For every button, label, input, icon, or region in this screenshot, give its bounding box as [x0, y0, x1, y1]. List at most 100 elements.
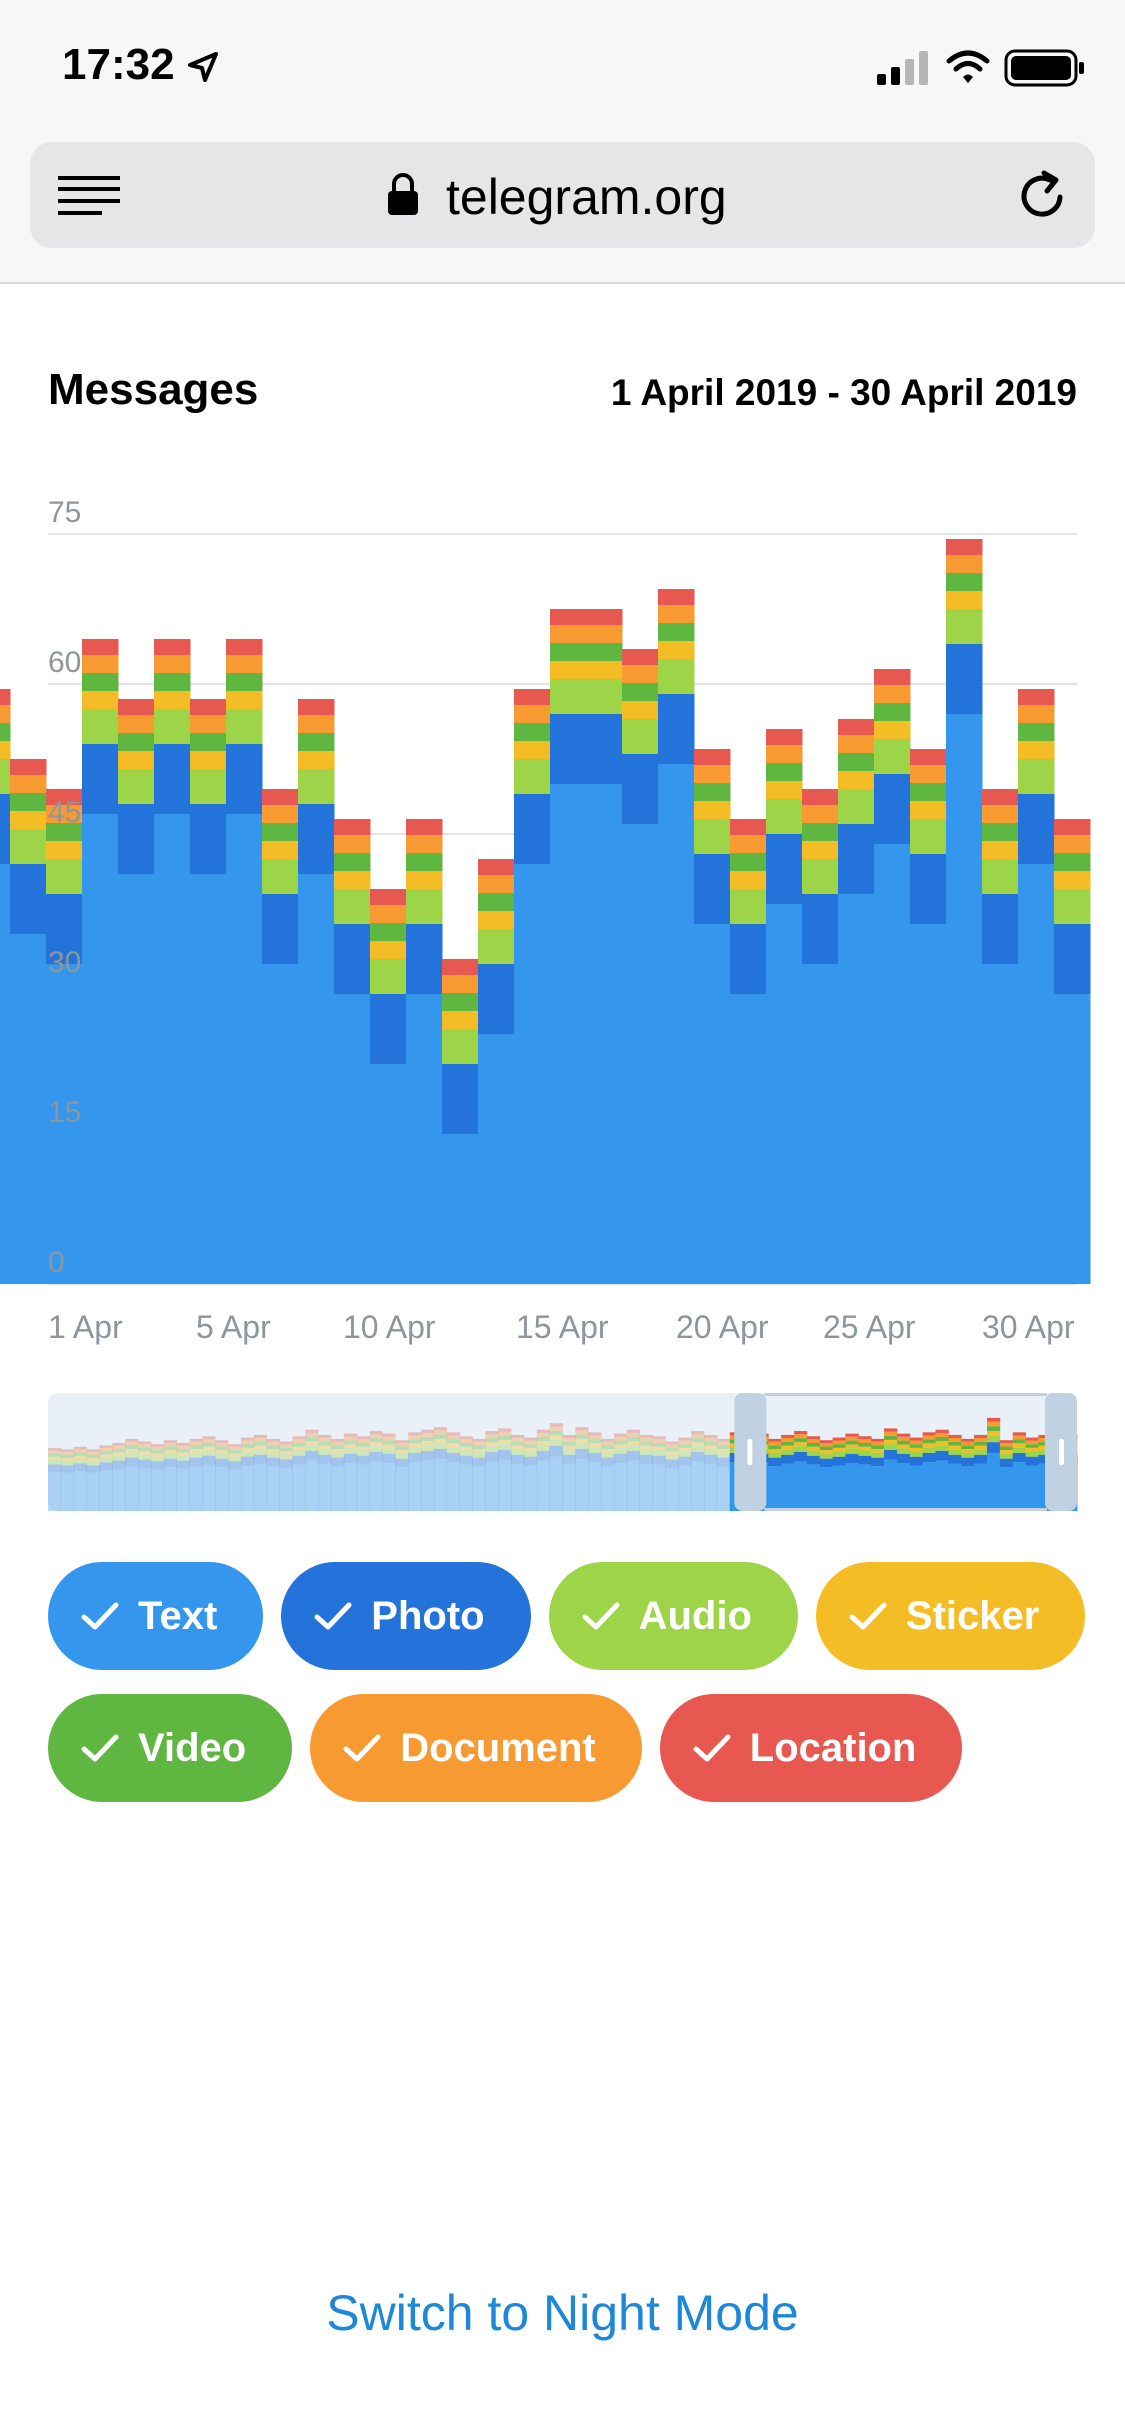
preview-bar-segment [202, 1436, 216, 1440]
filter-location[interactable]: Location [659, 1694, 963, 1802]
preview-bar-segment [150, 1453, 165, 1457]
preview-bar-segment [961, 1448, 975, 1453]
preview-bar-segment [253, 1445, 268, 1450]
bar-segment [442, 1011, 479, 1029]
preview-bar-segment [421, 1429, 435, 1433]
bar-segment [946, 609, 983, 644]
preview-bar-segment [253, 1449, 268, 1455]
preview-bar-segment [678, 1456, 692, 1466]
bar-segment [694, 783, 731, 801]
preview-bar-segment [665, 1451, 679, 1455]
preview-bar-segment [99, 1470, 113, 1511]
preview-bar-segment [86, 1451, 100, 1455]
bar-segment [10, 934, 47, 1284]
night-mode-link[interactable]: Switch to Night Mode [0, 2284, 1125, 2342]
bar-segment [622, 665, 659, 683]
preview-bar-segment [511, 1437, 525, 1442]
bar-segment [802, 823, 839, 841]
range-selector[interactable] [0, 1388, 1125, 1518]
preview-bar-segment [871, 1448, 885, 1453]
address-bar[interactable]: telegram.org [30, 142, 1095, 248]
bar-segment [730, 889, 767, 924]
filter-audio[interactable]: Audio [548, 1562, 798, 1670]
preview-bar-segment [986, 1430, 1001, 1436]
preview-bar-segment [318, 1437, 332, 1442]
preview-bar-segment [202, 1464, 216, 1511]
preview-bar-segment [150, 1446, 165, 1451]
bar-segment [82, 673, 119, 691]
menu-icon[interactable] [58, 175, 120, 222]
preview-bar-segment [99, 1448, 113, 1452]
preview-bar-segment [896, 1440, 911, 1445]
preview-bar-segment [112, 1445, 126, 1449]
preview-bar-segment [588, 1443, 602, 1448]
preview-bar-segment [562, 1463, 576, 1511]
bar-segment [910, 765, 947, 783]
preview-bar-segment [948, 1434, 962, 1438]
bar-segment [586, 714, 623, 784]
series-filters: Text Photo Audio Sticker Video Document Locati… [48, 1562, 1088, 1802]
bar-segment [154, 709, 191, 744]
preview-bar-segment [446, 1443, 460, 1448]
bar-segment [478, 929, 515, 964]
preview-bar-segment [961, 1445, 975, 1449]
preview-bar-segment [716, 1438, 731, 1442]
preview-bar-segment [356, 1436, 370, 1440]
bar-segment [910, 801, 947, 819]
preview-bar-segment [665, 1459, 679, 1468]
bar-segment [190, 769, 227, 804]
filter-text[interactable]: Text [48, 1562, 264, 1670]
preview-bar-segment [472, 1452, 486, 1458]
preview-bar-segment [665, 1447, 679, 1452]
preview-bar-segment [678, 1447, 692, 1452]
bar-segment [1018, 689, 1055, 705]
preview-bar-segment [794, 1442, 808, 1447]
bar-segment [586, 625, 623, 643]
preview-bar-segment [60, 1458, 75, 1462]
bar-segment [658, 589, 695, 605]
preview-bar-segment [48, 1471, 62, 1511]
x-tick-labels: 1 Apr 5 Apr 10 Apr 15 Apr 20 Apr 25 Apr 30 Apr [48, 1309, 1075, 1345]
filter-photo[interactable]: Photo [281, 1562, 531, 1670]
status-bar: 17:32 [0, 0, 1125, 140]
preview-bar-segment [896, 1436, 911, 1441]
url-text[interactable]: telegram.org [446, 168, 727, 226]
handle-grip [1059, 1439, 1064, 1465]
preview-bar-segment [845, 1440, 859, 1445]
preview-bar-segment [626, 1429, 641, 1433]
preview-bar-segment [871, 1457, 885, 1467]
filter-sticker[interactable]: Sticker [815, 1562, 1086, 1670]
preview-bar-segment [498, 1439, 512, 1445]
preview-bar-segment [562, 1445, 576, 1450]
bar-segment [838, 824, 875, 894]
preview-bar-segment [922, 1432, 936, 1436]
filter-label: Sticker [905, 1593, 1040, 1638]
preview-bar-segment [1025, 1444, 1039, 1448]
preview-bar-segment [138, 1451, 152, 1455]
preview-bar-segment [356, 1450, 370, 1456]
bar-segment [658, 623, 695, 641]
bar-segment [442, 993, 479, 1011]
bar-segment [370, 959, 407, 994]
preview-bar-segment [253, 1434, 268, 1438]
check-icon [581, 1600, 621, 1632]
bar-segment [370, 994, 407, 1064]
filter-document[interactable]: Document [310, 1694, 642, 1802]
bar-segment [442, 1064, 479, 1134]
bar-segment [658, 659, 695, 694]
bar-segment [226, 744, 263, 814]
preview-bar-segment [819, 1467, 834, 1511]
preview-bar-segment [562, 1437, 576, 1442]
reload-icon[interactable] [1014, 167, 1070, 228]
preview-bar-segment [691, 1446, 705, 1452]
bar-segment [586, 661, 623, 679]
y-tick-label: 15 [48, 1096, 81, 1129]
filter-video[interactable]: Video [48, 1694, 293, 1802]
preview-bar-segment [189, 1445, 203, 1449]
preview-bar-segment [986, 1426, 1001, 1431]
preview-bar-segment [292, 1436, 306, 1440]
preview-bar-segment [626, 1445, 641, 1451]
x-tick-label: 10 Apr [343, 1309, 436, 1345]
preview-bar-segment [575, 1427, 589, 1431]
preview-bar-segment [819, 1453, 834, 1459]
